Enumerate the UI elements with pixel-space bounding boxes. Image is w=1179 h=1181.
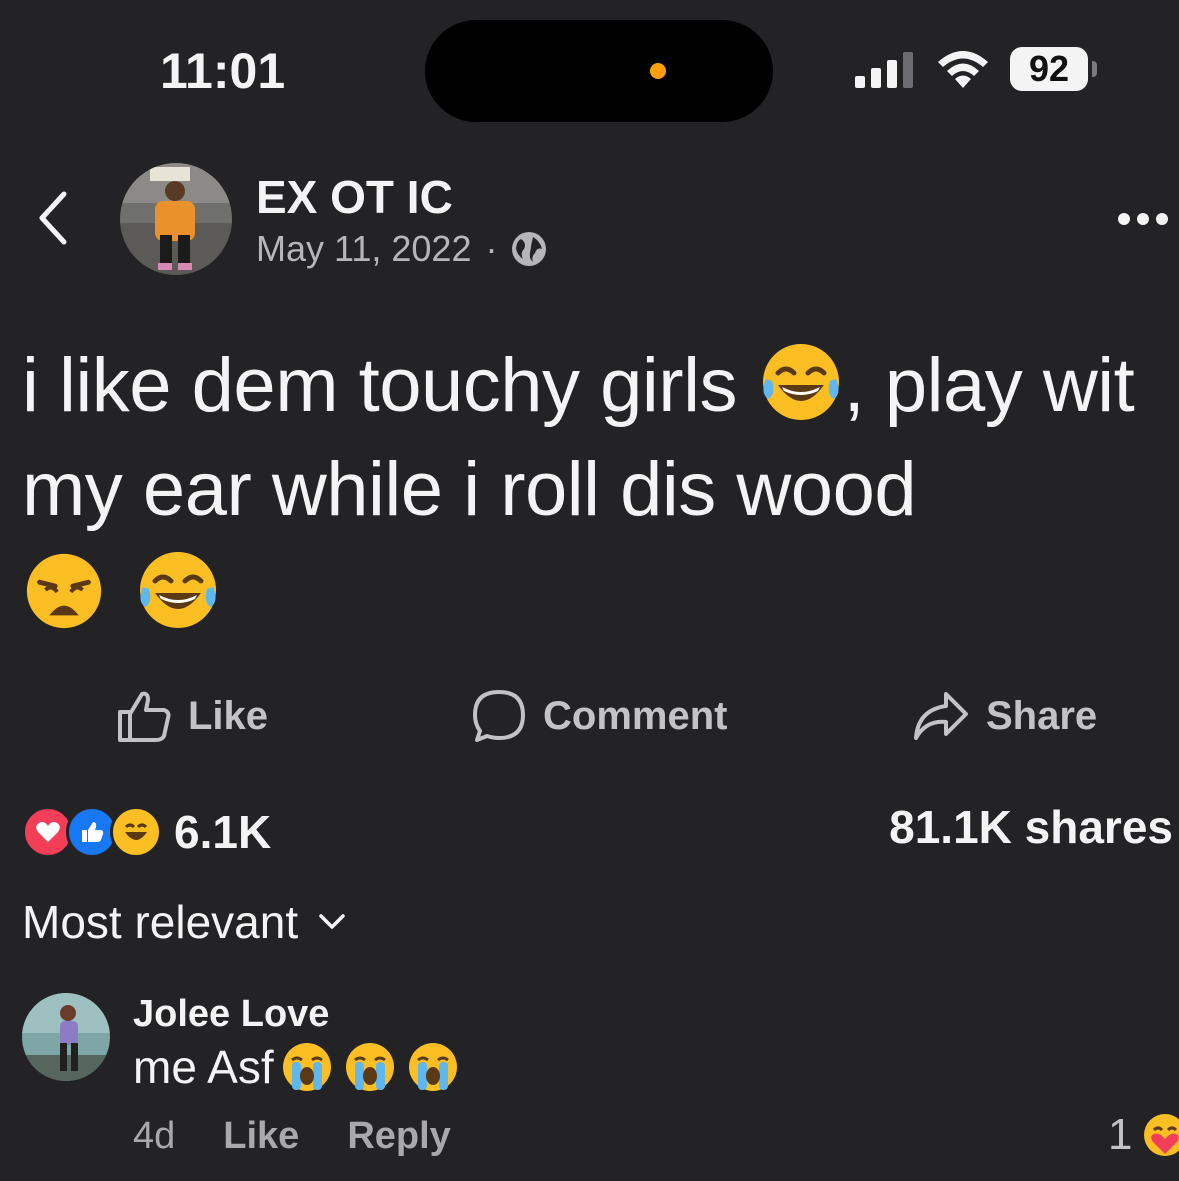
comment-sort-dropdown[interactable]: Most relevant bbox=[22, 895, 346, 949]
haha-reaction-icon bbox=[110, 806, 162, 858]
battery-tip bbox=[1092, 61, 1097, 77]
post-text-part1: i like dem touchy girls bbox=[22, 343, 738, 428]
tears-of-joy-emoji-icon bbox=[139, 552, 216, 628]
weary-face-emoji-icon bbox=[26, 553, 102, 629]
thumbs-up-icon bbox=[118, 691, 171, 742]
post-date[interactable]: May 11, 2022 bbox=[256, 228, 471, 270]
cellular-signal-icon bbox=[855, 52, 913, 88]
comment-label: Comment bbox=[543, 693, 728, 738]
meta-separator: · bbox=[485, 228, 498, 269]
sort-label: Most relevant bbox=[22, 896, 299, 948]
loudly-crying-emoji-icon bbox=[408, 1043, 457, 1091]
comment-like-button[interactable]: Like bbox=[223, 1115, 299, 1158]
share-label: Share bbox=[986, 693, 1098, 738]
comment-reply-button[interactable]: Reply bbox=[347, 1115, 450, 1158]
author-avatar[interactable] bbox=[120, 163, 232, 275]
comment-time: 4d bbox=[133, 1115, 176, 1157]
loudly-crying-emoji-icon bbox=[282, 1043, 331, 1091]
tears-of-joy-emoji-icon bbox=[762, 344, 839, 420]
back-chevron-icon[interactable] bbox=[36, 190, 70, 246]
share-button[interactable]: Share bbox=[912, 688, 1097, 744]
like-label: Like bbox=[188, 693, 269, 738]
care-reaction-icon bbox=[1144, 1114, 1179, 1156]
comment-meta: 4d Like Reply bbox=[133, 1115, 451, 1158]
comment-button[interactable]: Comment bbox=[471, 688, 727, 744]
post-meta: May 11, 2022 · bbox=[256, 228, 547, 270]
like-button[interactable]: Like bbox=[116, 688, 268, 744]
shares-count[interactable]: 81.1K shares bbox=[889, 800, 1173, 854]
comment-text-body: me Asf bbox=[133, 1041, 274, 1093]
commenter-name[interactable]: Jolee Love bbox=[133, 993, 329, 1036]
reactions-count: 6.1K bbox=[174, 806, 272, 858]
chevron-down-icon bbox=[319, 914, 345, 929]
dynamic-island bbox=[425, 20, 773, 122]
comment-reaction-count[interactable]: 1 bbox=[1108, 1110, 1132, 1160]
globe-icon bbox=[512, 232, 547, 266]
reactions-summary[interactable]: 6.1K bbox=[22, 805, 271, 859]
comment-text: me Asf bbox=[133, 1040, 460, 1094]
status-time: 11:01 bbox=[160, 43, 286, 99]
wifi-icon bbox=[938, 51, 988, 88]
commenter-avatar[interactable] bbox=[22, 993, 110, 1081]
more-options-icon[interactable] bbox=[1116, 210, 1170, 228]
post-text: i like dem touchy girls , play wit my ea… bbox=[22, 334, 1172, 646]
comment-bubble-icon bbox=[473, 690, 525, 742]
post-author-name[interactable]: EX OT IC bbox=[256, 170, 453, 224]
battery-indicator: 92 bbox=[1010, 47, 1088, 91]
share-arrow-icon bbox=[914, 692, 968, 740]
loudly-crying-emoji-icon bbox=[345, 1043, 394, 1091]
privacy-indicator-dot bbox=[650, 63, 666, 79]
